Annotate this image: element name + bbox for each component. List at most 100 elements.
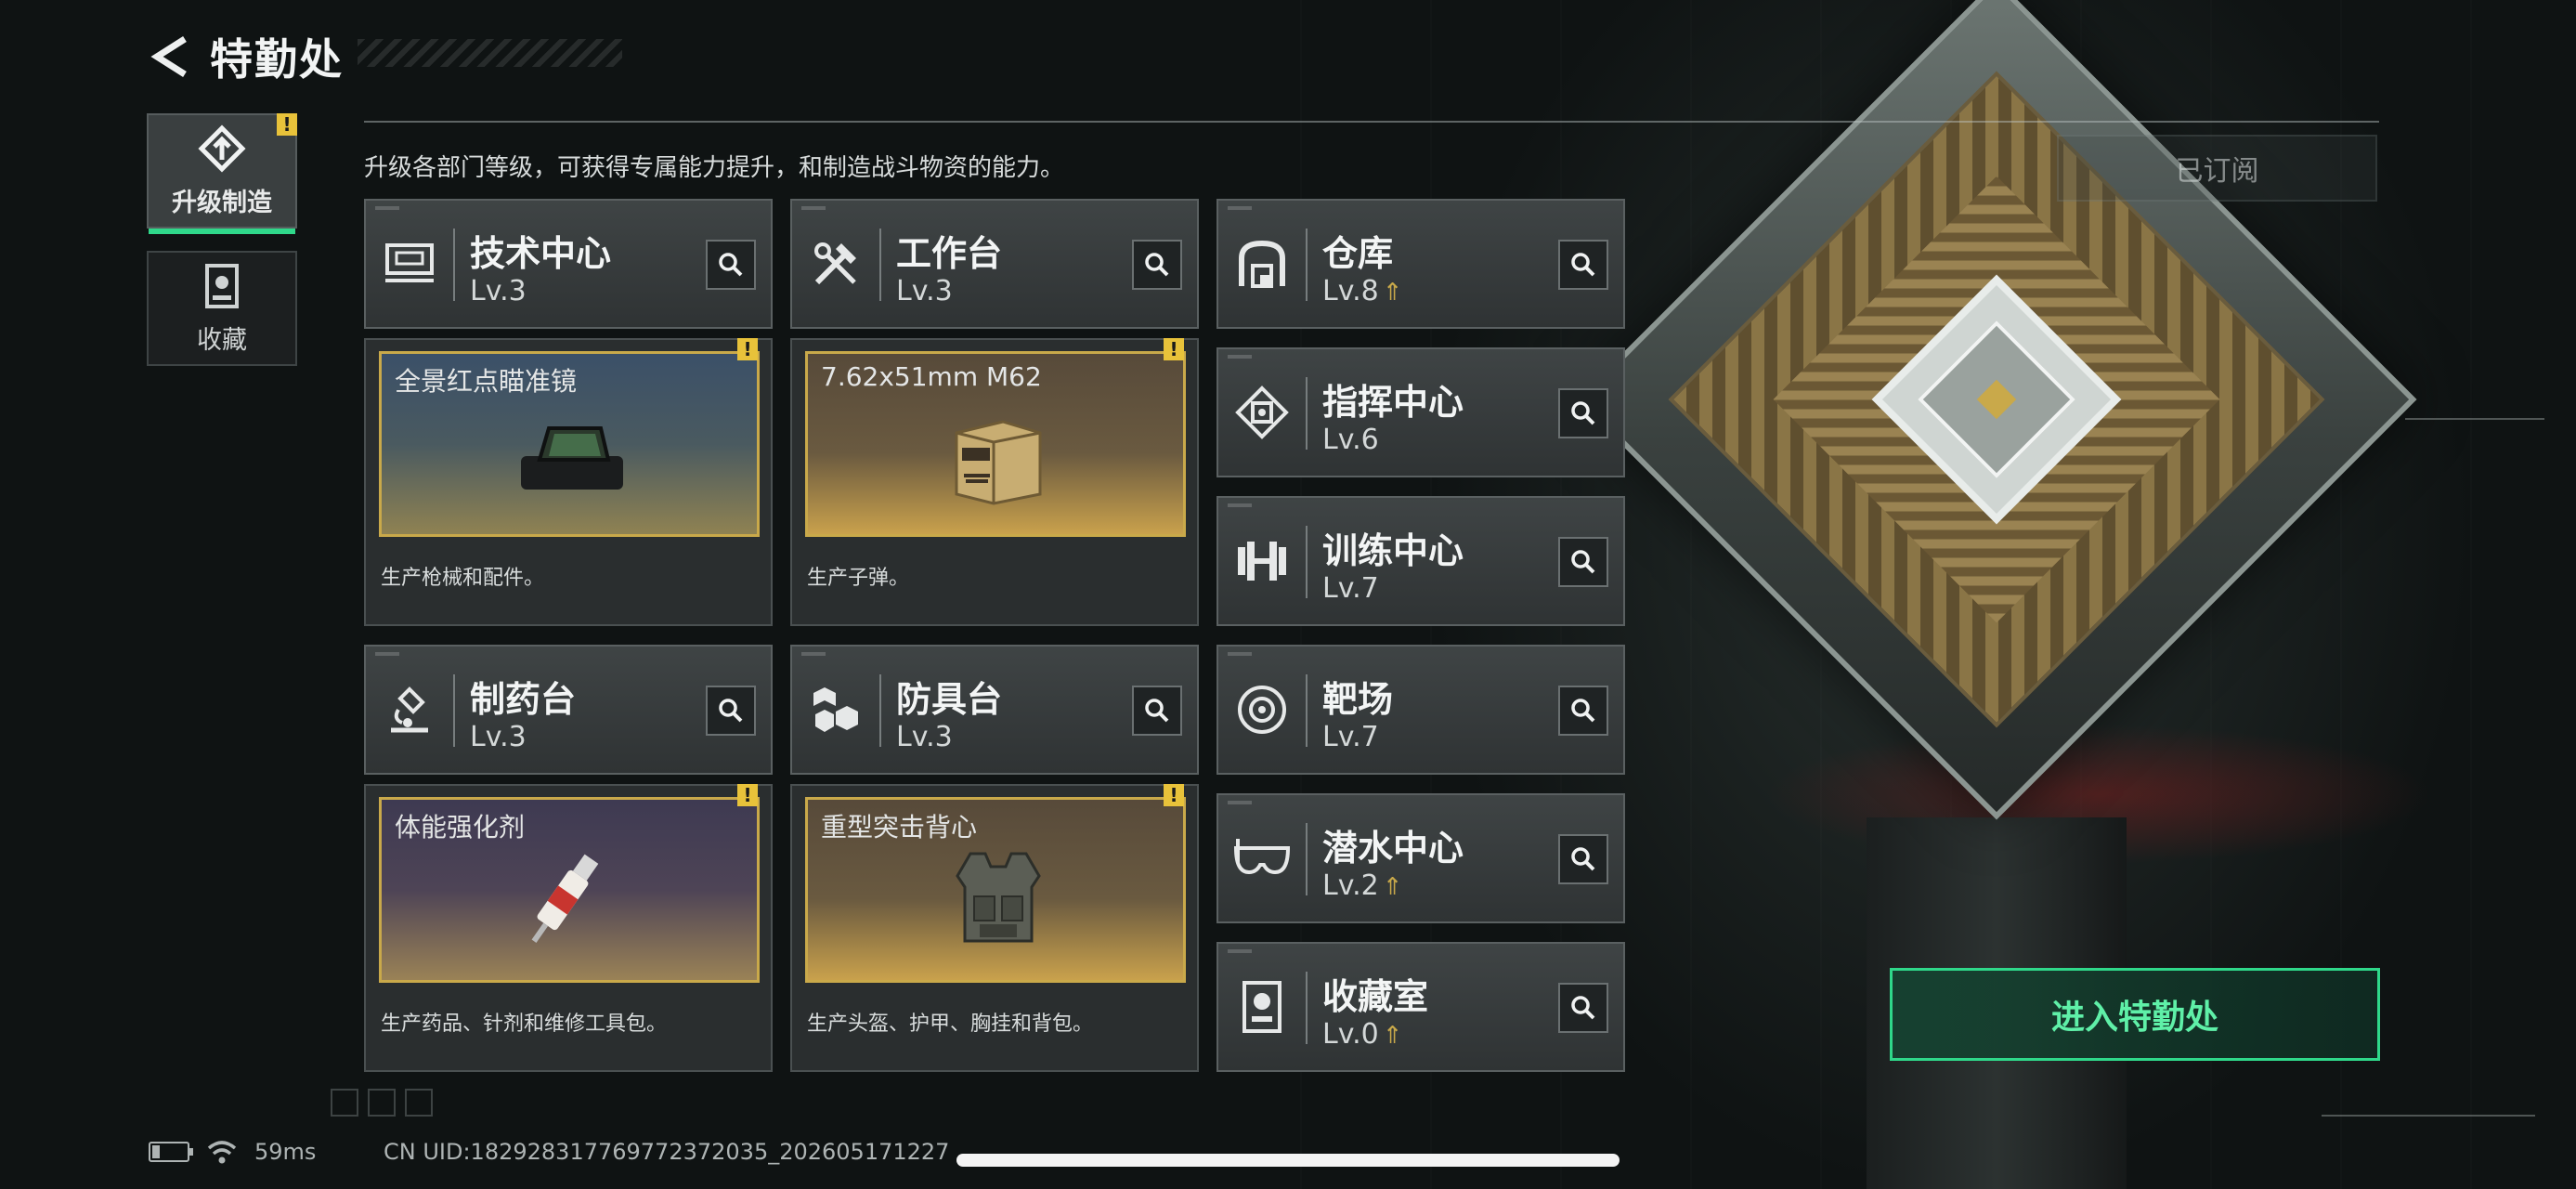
tab-upgrade-craft[interactable]: 升级制造 ! [147, 113, 297, 234]
dept-name: 潜水中心 [1322, 828, 1464, 869]
deco-box [368, 1089, 396, 1117]
dept-level: Lv.7 [1322, 721, 1379, 753]
workbench-icon [803, 229, 868, 299]
subscribed-button[interactable]: 已订阅 [2057, 135, 2377, 202]
inspect-button[interactable] [1558, 686, 1608, 736]
pharmacy-icon [377, 674, 442, 745]
production-item-name: 全景红点瞄准镜 [395, 366, 578, 397]
alert-badge: ! [1164, 338, 1184, 360]
inspect-button[interactable] [1558, 537, 1608, 587]
production-item-name: 重型突击背心 [821, 812, 978, 843]
deco-box [405, 1089, 433, 1117]
section-description: 升级各部门等级，可获得专属能力提升，和制造战斗物资的能力。 [364, 154, 1065, 182]
tab-label: 收藏 [197, 325, 247, 355]
dept-level: Lv.3 [470, 721, 527, 753]
collection-room-icon [1229, 972, 1295, 1042]
dept-level: Lv.8 ⇑ [1322, 275, 1403, 307]
search-icon [1571, 401, 1595, 425]
search-icon [1145, 253, 1169, 277]
dept-card-tech-center[interactable]: 技术中心 Lv.3 [364, 199, 773, 329]
syringe-icon [531, 854, 599, 943]
production-item-card[interactable]: 体能强化剂 [379, 797, 760, 983]
status-bar: 59ms [149, 1139, 316, 1165]
production-item-name: 体能强化剂 [395, 812, 526, 843]
assault-vest-icon [956, 852, 1041, 943]
collection-icon [205, 263, 239, 308]
production-panel-workbench[interactable]: 7.62x51mm M62 ! 生产子弹。 [790, 338, 1199, 626]
search-icon [1571, 253, 1595, 277]
dept-name: 训练中心 [1322, 530, 1464, 571]
dept-name: 防具台 [896, 679, 1003, 720]
dept-name: 制药台 [470, 679, 577, 720]
shooting-range-icon [1229, 674, 1295, 745]
production-item-card[interactable]: 重型突击背心 [805, 797, 1186, 983]
dept-name: 工作台 [896, 233, 1003, 274]
dept-card-armor-bench[interactable]: 防具台 Lv.3 [790, 645, 1199, 775]
active-tab-indicator [149, 229, 295, 234]
inspect-button[interactable] [1558, 983, 1608, 1033]
upgrade-available-icon: ⇑ [1382, 873, 1403, 901]
production-panel-armor-bench[interactable]: 重型突击背心 ! 生产头盔、护甲、胸挂和背包。 [790, 784, 1199, 1072]
dept-card-training-center[interactable]: 训练中心 Lv.7 [1216, 496, 1625, 626]
dept-card-shooting-range[interactable]: 靶场 Lv.7 [1216, 645, 1625, 775]
production-description: 生产头盔、护甲、胸挂和背包。 [807, 1013, 1094, 1036]
back-arrow-icon [150, 36, 187, 77]
dept-level: Lv.3 [896, 275, 953, 307]
back-button[interactable] [149, 33, 197, 81]
dept-name: 技术中心 [470, 233, 612, 274]
inspect-button[interactable] [1558, 834, 1608, 884]
dept-card-diving-center[interactable]: 潜水中心 Lv.2 ⇑ [1216, 793, 1625, 923]
dept-card-workbench[interactable]: 工作台 Lv.3 [790, 199, 1199, 329]
inspect-button[interactable] [1132, 240, 1182, 290]
ammo-box-icon [955, 420, 1042, 505]
user-uid: CN UID:18292831776977237203​5_2026051712… [384, 1139, 950, 1165]
production-panel-tech-center[interactable]: 全景红点瞄准镜 ! 生产枪械和配件。 [364, 338, 773, 626]
tab-collection[interactable]: 收藏 [147, 251, 297, 366]
search-icon [1145, 699, 1169, 723]
divider [364, 121, 2379, 123]
inspect-button[interactable] [1558, 240, 1608, 290]
production-description: 生产药品、针剂和维修工具包。 [381, 1013, 668, 1036]
home-indicator[interactable] [956, 1154, 1620, 1167]
enter-special-ops-button[interactable]: 进入特勤处 [1890, 968, 2380, 1061]
upgrade-available-icon: ⇑ [1382, 279, 1403, 307]
dept-card-collection-room[interactable]: 收藏室 Lv.0 ⇑ [1216, 942, 1625, 1072]
dept-card-command-center[interactable]: 指挥中心 Lv.6 [1216, 347, 1625, 477]
production-item-card[interactable]: 全景红点瞄准镜 [379, 351, 760, 537]
header: 特勤处 [149, 26, 344, 87]
tab-label: 升级制造 [172, 188, 272, 217]
red-dot-sight-icon [521, 426, 623, 490]
inspect-button[interactable] [706, 240, 756, 290]
inspect-button[interactable] [1558, 388, 1608, 438]
inspect-button[interactable] [706, 686, 756, 736]
dept-name: 靶场 [1322, 679, 1394, 720]
alert-badge: ! [737, 784, 758, 806]
dept-level: Lv.6 [1322, 424, 1379, 456]
search-icon [719, 253, 743, 277]
upgrade-available-icon: ⇑ [1382, 1022, 1403, 1050]
command-center-icon [1229, 377, 1295, 448]
upgrade-craft-icon [198, 124, 246, 173]
diving-center-icon [1229, 823, 1295, 894]
dept-card-pharmacy[interactable]: 制药台 Lv.3 [364, 645, 773, 775]
dept-level: Lv.7 [1322, 572, 1379, 605]
deco-line [2322, 1115, 2535, 1117]
dept-level: Lv.0 ⇑ [1322, 1018, 1403, 1051]
production-item-name: 7.62x51mm M62 [821, 361, 1042, 392]
dept-name: 仓库 [1322, 233, 1394, 274]
dept-card-warehouse[interactable]: 仓库 Lv.8 ⇑ [1216, 199, 1625, 329]
search-icon [1571, 996, 1595, 1020]
training-center-icon [1229, 526, 1295, 596]
title-decoration [358, 39, 622, 67]
production-item-card[interactable]: 7.62x51mm M62 [805, 351, 1186, 537]
search-icon [1571, 699, 1595, 723]
battery-icon [149, 1142, 193, 1162]
inspect-button[interactable] [1132, 686, 1182, 736]
armor-bench-icon [803, 674, 868, 745]
warehouse-icon [1229, 229, 1295, 299]
production-panel-pharmacy[interactable]: 体能强化剂 ! 生产药品、针剂和维修工具包。 [364, 784, 773, 1072]
dept-name: 指挥中心 [1322, 382, 1464, 423]
search-icon [719, 699, 743, 723]
ping-value: 59ms [254, 1139, 317, 1165]
search-icon [1571, 847, 1595, 871]
